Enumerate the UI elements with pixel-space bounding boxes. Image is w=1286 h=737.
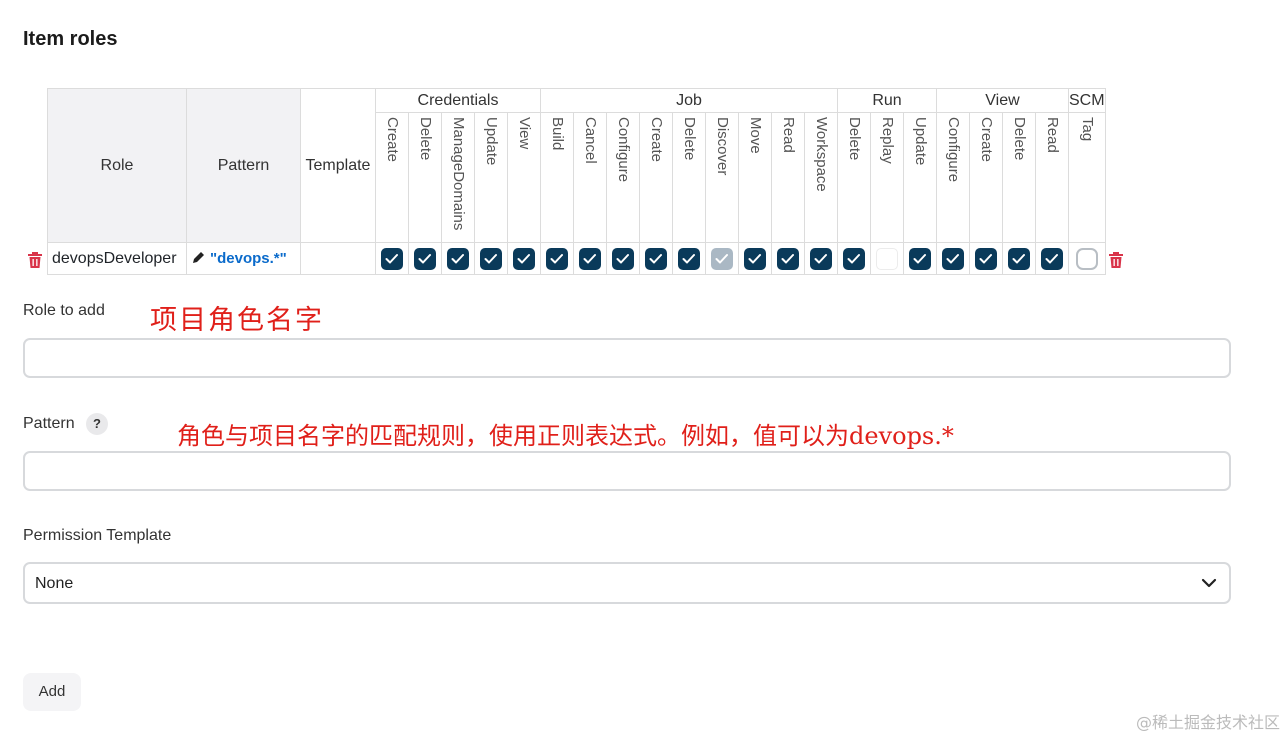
role-to-add-input[interactable] [23,338,1231,378]
permission-header: Discover [705,112,739,243]
pattern-annotation: 角色与项目名字的匹配规则，使用正则表达式。例如，值可以为devops.* [177,422,954,450]
permission-checkbox [711,247,733,270]
permission-cell [606,242,640,275]
permission-template-select[interactable]: None [23,562,1231,604]
permission-header: Delete [672,112,706,243]
edit-pencil-icon[interactable] [191,250,206,265]
group-header: View [936,88,1069,113]
template-column-header: Template [300,88,376,243]
pattern-input[interactable] [23,451,1231,491]
role-to-add-annotation: 项目角色名字 [150,305,324,336]
pattern-help-icon[interactable]: ? [86,413,108,435]
permission-header: Delete [1002,112,1036,243]
permission-checkbox[interactable] [942,247,964,270]
role-name-cell: devopsDeveloper [47,242,187,275]
permission-cell [705,242,739,275]
table-row: devopsDeveloper "devops.*" [47,242,1106,275]
delete-role-icon-left[interactable] [27,251,43,269]
permission-checkbox[interactable] [909,247,931,270]
permission-header: Tag [1068,112,1106,243]
permission-checkbox[interactable] [579,247,601,270]
permission-checkbox[interactable] [513,247,535,270]
permission-header: Create [375,112,409,243]
permission-cell [507,242,541,275]
permission-checkbox[interactable] [1075,247,1098,270]
chevron-down-icon [1201,578,1217,588]
watermark: @稀土掘金技术社区 [1135,713,1280,732]
permission-header: View [507,112,541,243]
permission-cell [672,242,706,275]
permission-checkbox[interactable] [414,247,436,270]
permission-cell [1068,242,1106,275]
permission-checkbox[interactable] [678,247,700,270]
permission-checkbox[interactable] [612,247,634,270]
permission-header: Delete [408,112,442,243]
template-cell [300,242,376,275]
group-header: Job [540,88,838,113]
permission-cell [408,242,442,275]
group-header: Credentials [375,88,541,113]
permission-cell [870,242,904,275]
permission-checkbox[interactable] [777,247,799,270]
permission-cell [375,242,409,275]
pattern-link[interactable]: "devops.*" [210,250,287,267]
permission-cell [441,242,475,275]
permission-cell [969,242,1003,275]
pattern-cell[interactable]: "devops.*" [186,242,301,275]
permission-header: Create [969,112,1003,243]
permission-checkbox[interactable] [480,247,502,270]
permission-header: Replay [870,112,904,243]
permission-cell [1035,242,1069,275]
permission-header: Workspace [804,112,838,243]
permission-cell [1002,242,1036,275]
permission-checkbox[interactable] [645,247,667,270]
role-column-header: Role [47,88,187,243]
permission-cell [804,242,838,275]
permission-cell [738,242,772,275]
item-roles-table: Role Pattern Template Credentials Job Run V… [47,88,1106,275]
delete-role-icon-right[interactable] [1108,251,1124,269]
pattern-column-header: Pattern [186,88,301,243]
permission-cell [540,242,574,275]
permission-header: Configure [606,112,640,243]
section-title: Item roles [23,28,118,50]
permission-checkbox[interactable] [381,247,403,270]
permission-header: Configure [936,112,970,243]
permission-template-value: None [35,575,74,592]
permission-cell [837,242,871,275]
permission-checkbox[interactable] [546,247,568,270]
permission-checkbox[interactable] [1041,247,1063,270]
permission-checkbox[interactable] [1008,247,1030,270]
permission-header: Update [474,112,508,243]
permission-checkbox[interactable] [975,247,997,270]
permission-checkbox[interactable] [810,247,832,270]
permission-header: Update [903,112,937,243]
permission-cell [903,242,937,275]
permission-checkbox[interactable] [876,247,898,270]
group-header: SCM [1068,88,1106,113]
permission-checkbox[interactable] [447,247,469,270]
permission-cell [639,242,673,275]
permission-template-label: Permission Template [23,527,172,544]
permission-cell [573,242,607,275]
permission-header: Cancel [573,112,607,243]
permission-cell [771,242,805,275]
permission-header: Delete [837,112,871,243]
permission-header: Move [738,112,772,243]
permission-checkbox[interactable] [744,247,766,270]
permission-header: Read [771,112,805,243]
permission-checkbox[interactable] [843,247,865,270]
permission-header: Create [639,112,673,243]
permission-header: ManageDomains [441,112,475,243]
permission-header: Build [540,112,574,243]
pattern-label: Pattern [23,415,75,432]
add-button[interactable]: Add [23,673,81,711]
permission-cell [474,242,508,275]
permission-cell [936,242,970,275]
permission-header: Read [1035,112,1069,243]
group-header: Run [837,88,937,113]
role-to-add-label: Role to add [23,302,105,319]
